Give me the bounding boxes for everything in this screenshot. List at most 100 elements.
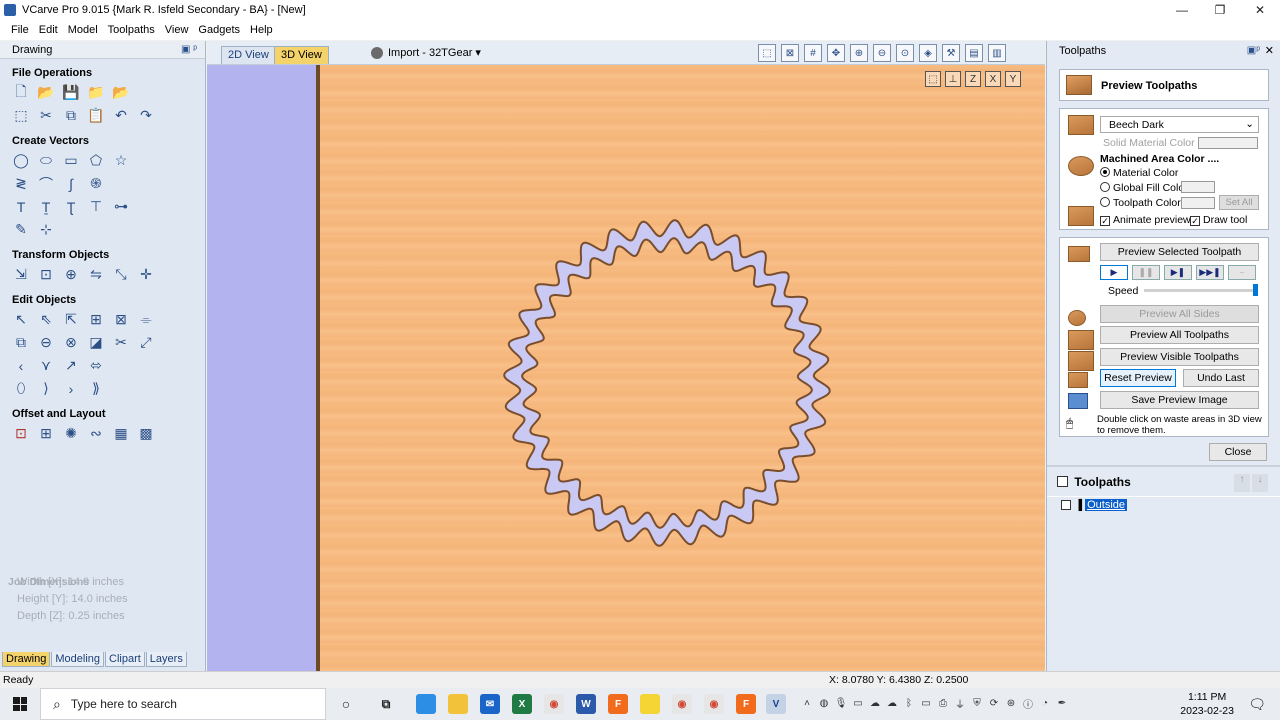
import-folder-icon[interactable]: 📂 bbox=[112, 84, 130, 102]
dogbone-icon[interactable]: › bbox=[62, 380, 80, 398]
stop-button[interactable]: ⎯ bbox=[1228, 265, 1256, 280]
weld-icon[interactable]: ⧉ bbox=[12, 334, 30, 352]
text-arc-icon[interactable]: ⊤ bbox=[87, 198, 105, 216]
close-window-button[interactable]: ✕ bbox=[1240, 0, 1280, 20]
t-bone-icon[interactable]: ⟫ bbox=[87, 380, 105, 398]
word-icon[interactable]: W bbox=[576, 694, 596, 714]
open-folder-icon[interactable]: 📁 bbox=[87, 84, 105, 102]
menu-view[interactable]: View bbox=[160, 24, 194, 36]
fillet-icon[interactable]: ◪ bbox=[87, 334, 105, 352]
menu-file[interactable]: File bbox=[6, 24, 34, 36]
tab-layers[interactable]: Layers bbox=[145, 651, 187, 667]
preview-visible-toolpaths-button[interactable]: Preview Visible Toolpaths bbox=[1100, 348, 1259, 366]
bluetooth-icon[interactable]: ᛒ bbox=[902, 696, 916, 710]
smooth-icon[interactable]: ‹ bbox=[12, 357, 30, 375]
copy-along-vector-icon[interactable]: ∾ bbox=[87, 425, 105, 443]
tool-icon[interactable]: ⚒ bbox=[942, 44, 960, 62]
move-down-icon[interactable]: ↓ bbox=[1252, 474, 1268, 492]
battery-icon[interactable]: ▭ bbox=[851, 696, 865, 710]
preview-all-toolpaths-button[interactable]: Preview All Toolpaths bbox=[1100, 326, 1259, 344]
tile-icon[interactable]: ▩ bbox=[137, 425, 155, 443]
text-box-icon[interactable]: Ṯ bbox=[37, 198, 55, 216]
zoom-in-icon[interactable]: ⊕ bbox=[850, 44, 868, 62]
dimension-icon[interactable]: ⊶ bbox=[112, 198, 130, 216]
tab-modeling[interactable]: Modeling bbox=[51, 651, 104, 667]
array-copy-icon[interactable]: ⊞ bbox=[37, 425, 55, 443]
tray-app-icon[interactable]: ◍ bbox=[817, 696, 831, 710]
wifi-icon[interactable]: ◔ bbox=[1038, 696, 1052, 710]
mirror-icon[interactable]: ⇋ bbox=[87, 266, 105, 284]
printer-icon[interactable]: ⎙ bbox=[936, 696, 950, 710]
corner-icon[interactable]: ⟩ bbox=[37, 380, 55, 398]
clock[interactable]: 1:11 PM 2023-02-23 bbox=[1180, 690, 1234, 718]
size-icon[interactable]: ⤡ bbox=[112, 266, 130, 284]
zoom-extents-icon[interactable]: ⬚ bbox=[758, 44, 776, 62]
subtract-icon[interactable]: ⊖ bbox=[37, 334, 55, 352]
menu-help[interactable]: Help bbox=[245, 24, 278, 36]
save-file-icon[interactable]: 💾 bbox=[62, 84, 80, 102]
radio-toolpath-color[interactable]: Toolpath Color bbox=[1100, 197, 1181, 209]
circular-array-icon[interactable]: ✺ bbox=[62, 425, 80, 443]
polygon-icon[interactable]: ⬠ bbox=[87, 152, 105, 170]
pin-icon[interactable]: ▣ᵖ bbox=[1247, 45, 1260, 56]
star-icon[interactable]: ☆ bbox=[112, 152, 130, 170]
animate-preview-checkbox[interactable]: ✓ Animate preview bbox=[1100, 214, 1191, 226]
pan-icon[interactable]: ✥ bbox=[827, 44, 845, 62]
group-icon[interactable]: ⊞ bbox=[87, 311, 105, 329]
intersect-icon[interactable]: ⊗ bbox=[62, 334, 80, 352]
transform-select-icon[interactable]: ⇱ bbox=[62, 311, 80, 329]
radio-global-fill-color[interactable]: Global Fill Color bbox=[1100, 182, 1188, 194]
copy-icon[interactable]: ⧉ bbox=[62, 107, 80, 125]
polyline-icon[interactable]: ≷ bbox=[12, 175, 30, 193]
menu-model[interactable]: Model bbox=[63, 24, 103, 36]
circle-icon[interactable]: ◯ bbox=[12, 152, 30, 170]
split-view-icon[interactable]: ▥ bbox=[988, 44, 1006, 62]
new-file-icon[interactable]: 🗋 bbox=[12, 83, 30, 102]
draw-tool-icon[interactable]: ✎ bbox=[12, 221, 30, 239]
ungroup-icon[interactable]: ⊠ bbox=[112, 311, 130, 329]
rectangle-icon[interactable]: ▭ bbox=[62, 152, 80, 170]
move-icon[interactable]: ⇲ bbox=[12, 266, 30, 284]
radio-material-color[interactable]: Material Color bbox=[1100, 167, 1178, 179]
search-box[interactable]: ⌕ Type here to search bbox=[40, 688, 326, 720]
preview-all-sides-button[interactable]: Preview All Sides bbox=[1100, 305, 1259, 323]
set-all-button[interactable]: Set All bbox=[1219, 195, 1259, 210]
skip-end-button[interactable]: ▶▶❚ bbox=[1196, 265, 1224, 280]
security-icon[interactable]: ⛨ bbox=[970, 696, 984, 710]
network-drive-icon[interactable]: ☁ bbox=[885, 696, 899, 710]
move-up-icon[interactable]: ↑ bbox=[1234, 474, 1250, 492]
minimize-button[interactable]: — bbox=[1162, 0, 1202, 20]
measure-icon[interactable]: ⊹ bbox=[37, 221, 55, 239]
tab-2d-view[interactable]: 2D View bbox=[221, 46, 276, 64]
chrome-icon[interactable]: ◉ bbox=[544, 694, 564, 714]
grid-icon[interactable]: # bbox=[804, 44, 822, 62]
z-view-icon[interactable]: Z bbox=[965, 71, 981, 87]
notifications-icon[interactable]: 🗨 bbox=[1248, 696, 1266, 713]
reset-preview-button[interactable]: Reset Preview bbox=[1100, 369, 1176, 387]
excel-icon[interactable]: X bbox=[512, 694, 532, 714]
usb-icon[interactable]: ⏚ bbox=[953, 696, 967, 711]
nesting-icon[interactable]: ▦ bbox=[112, 425, 130, 443]
scissors-icon[interactable]: ✂ bbox=[112, 334, 130, 352]
start-button[interactable] bbox=[0, 688, 40, 720]
zoom-out-icon[interactable]: ⊖ bbox=[873, 44, 891, 62]
chrome-profile-icon[interactable]: ◉ bbox=[672, 694, 692, 714]
layout-icon[interactable]: ▤ bbox=[965, 44, 983, 62]
spiral-icon[interactable]: ֍ bbox=[87, 175, 105, 193]
task-view-icon[interactable]: ⧉ bbox=[376, 694, 396, 714]
sticky-notes-icon[interactable] bbox=[640, 694, 660, 714]
open-file-icon[interactable]: 📂 bbox=[37, 84, 55, 102]
y-view-icon[interactable]: Y bbox=[1005, 71, 1021, 87]
close-button[interactable]: Close bbox=[1209, 443, 1267, 461]
paste-icon[interactable]: 📋 bbox=[87, 107, 105, 125]
select-icon[interactable]: ↖ bbox=[12, 311, 30, 329]
x-view-icon[interactable]: X bbox=[985, 71, 1001, 87]
cortana-icon[interactable]: ○ bbox=[336, 694, 356, 714]
menu-edit[interactable]: Edit bbox=[34, 24, 63, 36]
menu-gadgets[interactable]: Gadgets bbox=[193, 24, 245, 36]
trim-icon[interactable]: ⌯ bbox=[137, 311, 155, 329]
text-on-curve-icon[interactable]: Ʈ bbox=[62, 198, 80, 216]
fusion-2-icon[interactable]: F bbox=[736, 694, 756, 714]
offset-vectors-icon[interactable]: ⊡ bbox=[12, 425, 30, 443]
ellipse-icon[interactable]: ⬭ bbox=[37, 152, 55, 170]
